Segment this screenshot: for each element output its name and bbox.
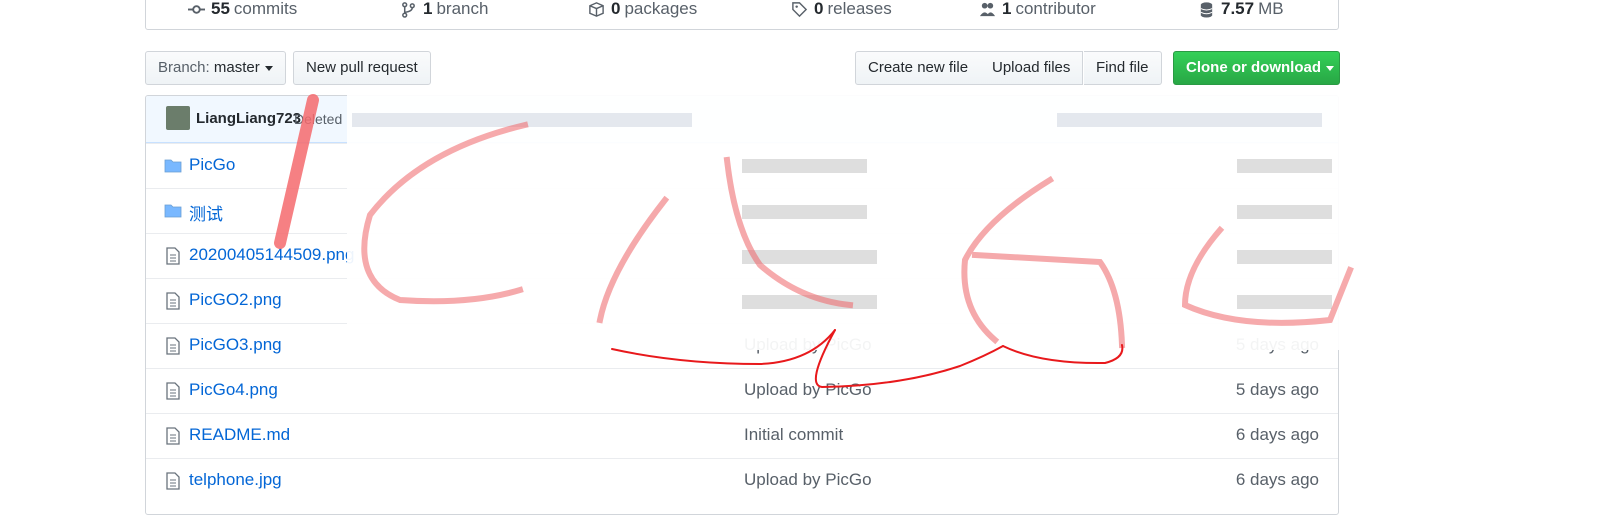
contributors-count: 1 bbox=[1002, 0, 1012, 18]
folder-icon bbox=[164, 204, 182, 218]
file-age: 6 days ago bbox=[1235, 425, 1319, 444]
commit-icon bbox=[188, 4, 205, 14]
file-icon bbox=[166, 472, 180, 490]
releases-count: 0 bbox=[814, 0, 824, 18]
file-age: 6 days ago bbox=[1235, 470, 1319, 489]
branch-prefix: Branch: bbox=[158, 59, 210, 76]
folder-icon bbox=[164, 159, 182, 173]
chevron-down-icon bbox=[1326, 65, 1334, 71]
avatar[interactable] bbox=[166, 106, 190, 130]
file-icon bbox=[166, 337, 180, 355]
find-file-button[interactable]: Find file bbox=[1084, 51, 1162, 85]
people-icon bbox=[979, 2, 996, 16]
package-icon bbox=[589, 1, 604, 17]
new-pull-request-button[interactable]: New pull request bbox=[293, 51, 431, 85]
releases-link[interactable]: 0 releases bbox=[791, 0, 892, 19]
branches-count: 1 bbox=[423, 0, 433, 18]
file-name[interactable]: telphone.jpg bbox=[189, 470, 282, 490]
file-name[interactable]: PicGo4.png bbox=[189, 380, 278, 400]
size-info: 7.57 MB bbox=[1198, 0, 1284, 19]
clone-or-download-button[interactable]: Clone or download bbox=[1173, 51, 1340, 85]
file-icon bbox=[166, 382, 180, 400]
file-name[interactable]: 测试 bbox=[189, 200, 223, 225]
releases-label: releases bbox=[827, 0, 892, 18]
file-name[interactable]: PicGO2.png bbox=[189, 290, 282, 310]
commit-author[interactable]: LiangLiang723 bbox=[196, 110, 301, 127]
file-icon bbox=[166, 247, 180, 265]
upload-files-button[interactable]: Upload files bbox=[980, 51, 1084, 85]
branches-link[interactable]: 1 branch bbox=[400, 0, 488, 19]
database-icon bbox=[1200, 1, 1213, 18]
tag-icon bbox=[792, 1, 808, 17]
packages-count: 0 bbox=[611, 0, 621, 18]
branch-select-button[interactable]: Branch: master bbox=[145, 51, 286, 85]
table-row[interactable]: telphone.jpg Upload by PicGo 6 days ago bbox=[146, 458, 1338, 503]
redaction-mosaic bbox=[347, 95, 1347, 350]
size-value: 7.57 bbox=[1221, 0, 1255, 18]
file-commit-message[interactable]: Upload by PicGo bbox=[744, 470, 872, 490]
clone-label: Clone or download bbox=[1186, 59, 1321, 76]
table-row[interactable]: README.md Initial commit 6 days ago bbox=[146, 413, 1338, 458]
packages-link[interactable]: 0 packages bbox=[588, 0, 697, 19]
branch-name: master bbox=[213, 59, 260, 76]
commit-message[interactable]: Deleted bbox=[294, 111, 342, 127]
file-name[interactable]: PicGO3.png bbox=[189, 335, 282, 355]
commits-link[interactable]: 55 commits bbox=[188, 0, 297, 19]
file-commit-message[interactable]: Initial commit bbox=[744, 425, 843, 445]
branches-label: branch bbox=[436, 0, 489, 18]
file-icon bbox=[166, 427, 180, 445]
file-name[interactable]: 20200405144509.png bbox=[189, 245, 354, 265]
file-icon bbox=[166, 292, 180, 310]
file-name[interactable]: README.md bbox=[189, 425, 290, 445]
contributors-label: contributor bbox=[1015, 0, 1096, 18]
file-commit-message[interactable]: Upload by PicGo bbox=[744, 380, 872, 400]
table-row[interactable]: PicGo4.png Upload by PicGo 5 days ago bbox=[146, 368, 1338, 413]
commits-count: 55 bbox=[211, 0, 230, 18]
contributors-link[interactable]: 1 contributor bbox=[979, 0, 1096, 19]
create-new-file-button[interactable]: Create new file bbox=[855, 51, 982, 85]
commits-label: commits bbox=[233, 0, 298, 18]
size-unit: MB bbox=[1258, 0, 1284, 18]
file-age: 5 days ago bbox=[1235, 380, 1319, 399]
packages-label: packages bbox=[624, 0, 698, 18]
file-name[interactable]: PicGo bbox=[189, 155, 235, 175]
branch-icon bbox=[402, 1, 415, 18]
repo-stats-bar: 55 commits 1 branch 0 packages 0 release… bbox=[145, 0, 1339, 30]
chevron-down-icon bbox=[264, 65, 273, 71]
